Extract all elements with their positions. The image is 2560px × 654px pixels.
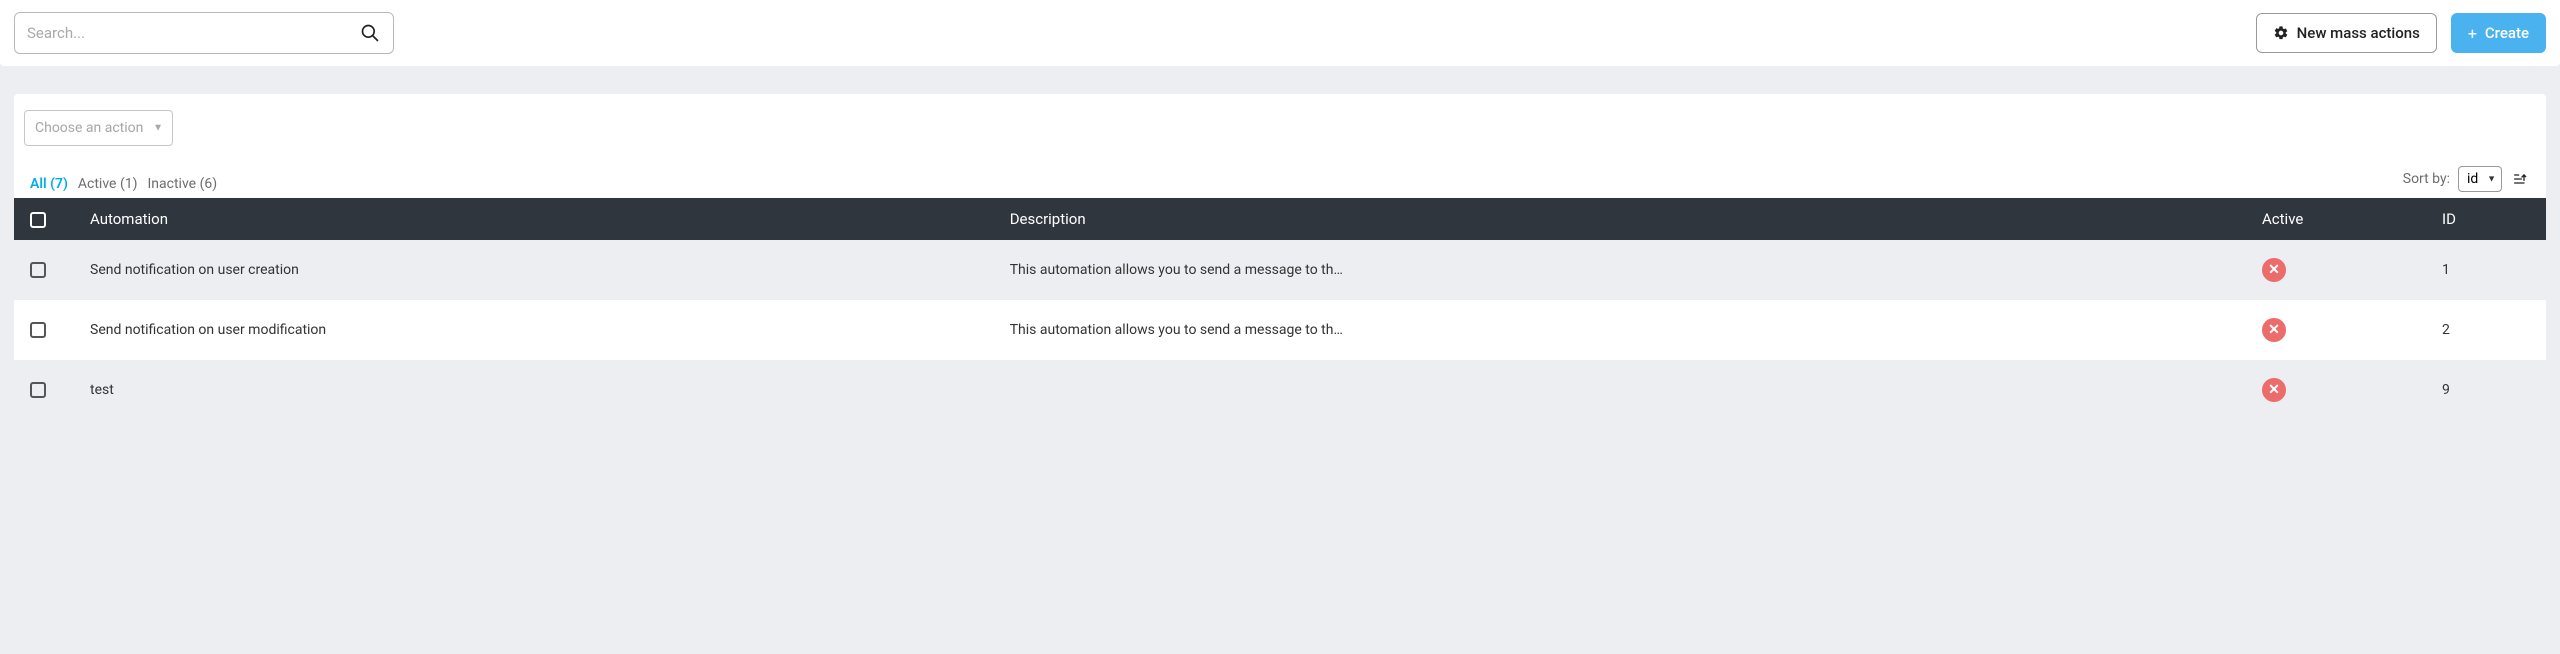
search-button[interactable] — [354, 17, 386, 49]
bulk-action-select[interactable]: Choose an action — [24, 110, 173, 146]
filter-tab-all[interactable]: All (7) — [30, 176, 68, 192]
table-row[interactable]: Send notification on user creation This … — [14, 240, 2546, 300]
table-row[interactable]: test ✕ 9 — [14, 360, 2546, 420]
filter-all-label: All — [30, 176, 47, 192]
filter-active-count: (1) — [120, 176, 138, 192]
col-header-automation[interactable]: Automation — [74, 198, 994, 240]
search-input[interactable] — [14, 12, 394, 54]
select-all-checkbox[interactable] — [30, 212, 46, 228]
gear-icon — [2273, 25, 2289, 41]
cell-automation: test — [74, 360, 994, 420]
filter-all-count: (7) — [50, 176, 68, 192]
cell-id: 2 — [2426, 300, 2546, 360]
sort-by-label: Sort by: — [2403, 171, 2450, 187]
new-mass-actions-button[interactable]: New mass actions — [2256, 13, 2437, 53]
cell-description: This automation allows you to send a mes… — [994, 240, 2246, 300]
filter-active-label: Active — [78, 176, 117, 192]
inactive-status-icon[interactable]: ✕ — [2262, 258, 2286, 282]
cell-id: 9 — [2426, 360, 2546, 420]
cell-automation: Send notification on user modification — [74, 300, 994, 360]
cell-automation: Send notification on user creation — [74, 240, 994, 300]
cell-id: 1 — [2426, 240, 2546, 300]
col-header-id[interactable]: ID — [2426, 198, 2546, 240]
row-checkbox[interactable] — [30, 382, 46, 398]
table-row[interactable]: Send notification on user modification T… — [14, 300, 2546, 360]
col-header-description[interactable]: Description — [994, 198, 2246, 240]
table-header-row: Automation Description Active ID — [14, 198, 2546, 240]
create-button[interactable]: + Create — [2451, 13, 2546, 53]
row-checkbox[interactable] — [30, 322, 46, 338]
search-box — [14, 12, 394, 54]
sort-direction-button[interactable] — [2510, 169, 2530, 189]
filter-inactive-count: (6) — [200, 176, 218, 192]
row-checkbox[interactable] — [30, 262, 46, 278]
inactive-status-icon[interactable]: ✕ — [2262, 318, 2286, 342]
sort-ascending-icon — [2512, 171, 2528, 187]
inactive-status-icon[interactable]: ✕ — [2262, 378, 2286, 402]
create-label: Create — [2485, 24, 2529, 42]
plus-icon: + — [2468, 24, 2477, 43]
col-header-active[interactable]: Active — [2246, 198, 2426, 240]
filter-inactive-label: Inactive — [147, 176, 196, 192]
filter-tab-inactive[interactable]: Inactive (6) — [147, 176, 217, 192]
sort-by-select[interactable]: id — [2458, 166, 2502, 192]
search-icon — [360, 23, 380, 43]
filter-tab-active[interactable]: Active (1) — [78, 176, 138, 192]
cell-description — [994, 360, 2246, 420]
new-mass-actions-label: New mass actions — [2297, 24, 2420, 42]
automation-table: Automation Description Active ID Send no… — [14, 198, 2546, 420]
cell-description: This automation allows you to send a mes… — [994, 300, 2246, 360]
